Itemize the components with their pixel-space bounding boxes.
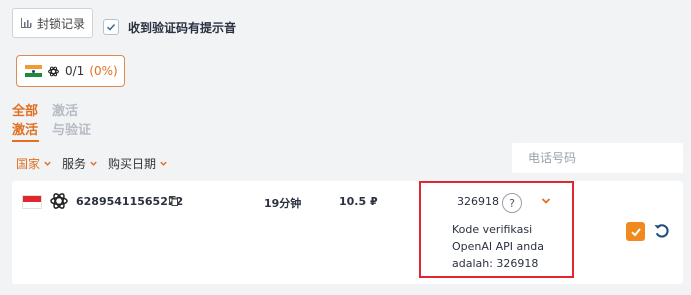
- filter-country[interactable]: 国家: [16, 155, 52, 172]
- tab-activation-verification[interactable]: 激活 与验证: [52, 102, 91, 140]
- copy-icon[interactable]: [169, 196, 178, 206]
- india-flag-icon: [25, 65, 42, 77]
- filter-country-label: 国家: [16, 157, 41, 171]
- tab-verify-line2: 与验证: [52, 123, 92, 138]
- pill-count: 0/1: [65, 64, 85, 78]
- refresh-icon[interactable]: [653, 222, 670, 239]
- order-row: 62895411565222 19分钟 10.5 ₽ 326918 ? Kode…: [12, 181, 683, 284]
- chevron-down-icon: [160, 161, 167, 166]
- filter-service[interactable]: 服务: [62, 155, 98, 172]
- filter-bar: 国家 服务 购买日期: [16, 155, 168, 172]
- help-button[interactable]: ?: [502, 193, 522, 213]
- filter-purchase-date-label: 购买日期: [108, 157, 157, 171]
- openai-icon: [48, 66, 59, 76]
- notify-checkbox[interactable]: [103, 19, 119, 35]
- phone-number: 62895411565222: [76, 195, 184, 208]
- filter-purchase-date[interactable]: 购买日期: [108, 155, 168, 172]
- block-records-button[interactable]: 封锁记录: [12, 8, 93, 38]
- openai-icon: [50, 193, 68, 209]
- price: 10.5 ₽: [339, 195, 378, 208]
- active-tab-underline: [12, 140, 39, 142]
- filter-service-label: 服务: [62, 157, 87, 171]
- chevron-down-icon: [90, 161, 97, 166]
- check-icon: [630, 227, 641, 236]
- tab-all-line1: 全部: [12, 104, 39, 119]
- complete-checkbox[interactable]: [626, 222, 645, 241]
- country-service-pill[interactable]: 0/1 (0%): [16, 55, 125, 87]
- indonesia-flag-icon: [22, 195, 42, 209]
- tab-verify-line1: 激活: [52, 104, 79, 119]
- chevron-down-icon: [44, 161, 51, 166]
- time-remaining: 19分钟: [264, 197, 302, 210]
- verification-code: 326918: [457, 195, 499, 208]
- notify-label: 收到验证码有提示音: [128, 21, 237, 35]
- check-icon: [106, 23, 116, 31]
- phone-search-input[interactable]: [512, 143, 683, 173]
- tab-all-line2: 激活: [12, 123, 39, 138]
- tab-all-activations[interactable]: 全部 激活: [12, 102, 38, 140]
- block-records-label: 封锁记录: [36, 16, 85, 31]
- bar-chart-icon: [20, 18, 32, 28]
- sms-message: Kode verifikasi OpenAI API anda adalah: …: [452, 223, 544, 270]
- chevron-down-icon[interactable]: [540, 195, 552, 207]
- pill-percent: (0%): [89, 64, 118, 78]
